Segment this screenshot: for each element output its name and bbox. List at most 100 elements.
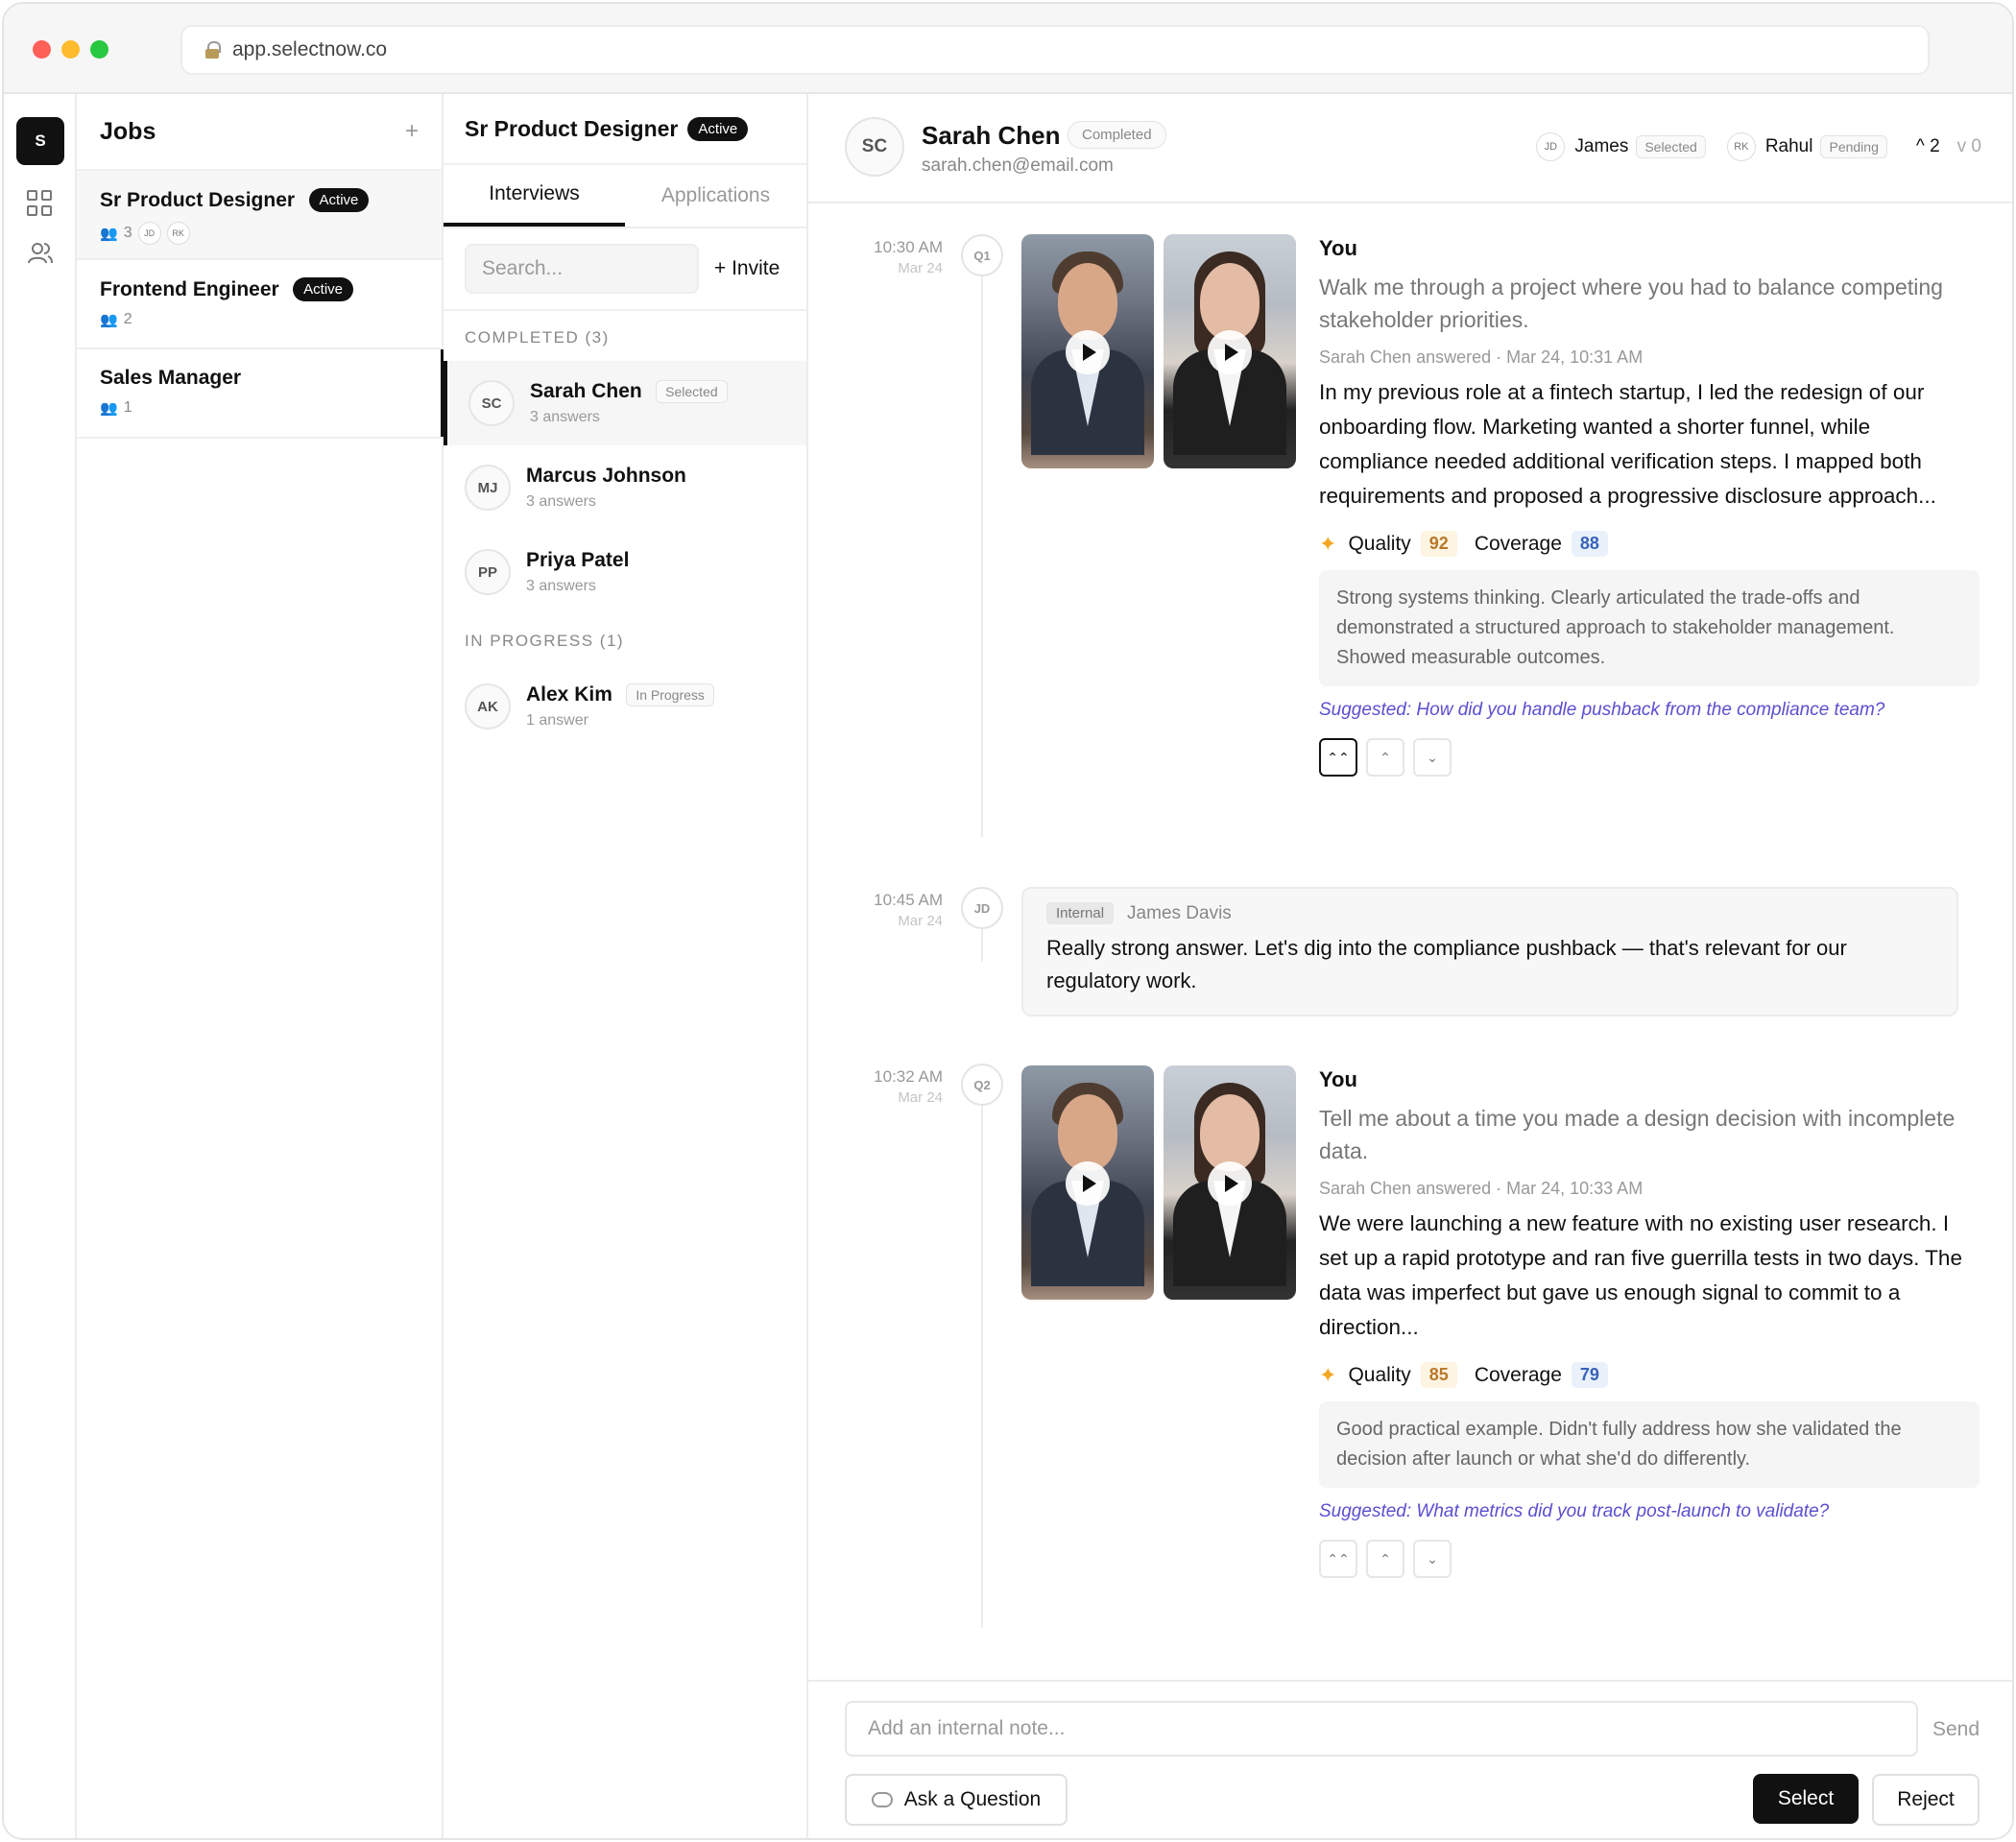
note-text: Really strong answer. Let's dig into the…	[1046, 936, 1847, 993]
candidate-count: 3	[123, 225, 132, 241]
detail-header: SC Sarah Chen Completed sarah.chen@email…	[808, 94, 2012, 203]
search-row: + Invite	[444, 228, 806, 311]
candidates-header: Sr Product Designer Active	[444, 94, 806, 165]
answer-count: 1 answer	[526, 712, 588, 729]
users-icon[interactable]	[27, 240, 54, 267]
job-item-sales-manager[interactable]: Sales Manager 👥 1	[77, 349, 444, 439]
avatar: AK	[465, 683, 511, 730]
avatar: SC	[468, 380, 515, 426]
in-progress-section-label: IN PROGRESS (1)	[465, 632, 625, 650]
candidate-item-alex-kim[interactable]: AK Alex Kim In Progress 1 answer	[444, 664, 806, 749]
add-job-button[interactable]: +	[405, 118, 419, 145]
scores: ✦ Quality 92 Coverage 88	[1319, 531, 1980, 557]
reject-button[interactable]: Reject	[1872, 1774, 1980, 1826]
suggested-followup[interactable]: Suggested: How did you handle pushback f…	[1319, 700, 1980, 721]
candidate-name: Sarah Chen	[922, 121, 1061, 150]
select-button[interactable]: Select	[1753, 1774, 1859, 1824]
search-input[interactable]	[465, 244, 699, 294]
reviewer-name: Rahul	[1764, 136, 1813, 156]
job-name: Frontend Engineer	[100, 277, 279, 300]
tab-interviews[interactable]: Interviews	[444, 165, 625, 227]
ask-question-label: Ask a Question	[903, 1788, 1042, 1810]
play-icon[interactable]	[1066, 1161, 1110, 1206]
upvote-count[interactable]: ^ 2	[1916, 136, 1940, 157]
chevron-down-icon[interactable]: ⌄	[1413, 738, 1452, 777]
coverage-label: Coverage	[1474, 1363, 1562, 1386]
candidate-video[interactable]	[1164, 1065, 1296, 1300]
chevrons-up-icon[interactable]: ⌃⌃	[1319, 738, 1357, 777]
candidates-panel: Sr Product Designer Active Interviews Ap…	[444, 94, 808, 1838]
answer-count: 3 answers	[526, 578, 596, 594]
sparkle-icon: ✦	[1319, 531, 1337, 556]
timeline-line	[981, 1090, 983, 1628]
downvote-count[interactable]: v 0	[1957, 136, 1981, 157]
lock-icon	[205, 41, 221, 59]
play-icon[interactable]	[1208, 1161, 1252, 1206]
internal-note-input[interactable]	[845, 1701, 1918, 1757]
question-actions: ⌃⌃ ⌃ ⌄	[1319, 1540, 1980, 1578]
people-icon: 👥	[100, 226, 118, 242]
icon-rail: S	[4, 94, 77, 1838]
ai-feedback: Good practical example. Didn't fully add…	[1319, 1401, 1980, 1488]
chevron-up-icon[interactable]: ⌃	[1366, 738, 1404, 777]
candidate-name: Marcus Johnson	[526, 465, 686, 487]
chevrons-up-icon[interactable]: ⌃⌃	[1319, 1540, 1357, 1578]
candidate-email: sarah.chen@email.com	[922, 155, 1114, 176]
question-text: Tell me about a time you made a design d…	[1319, 1106, 1956, 1163]
job-item-frontend-engineer[interactable]: Frontend Engineer Active 👥 2	[77, 260, 442, 349]
reviewers: JD James Selected RK Rahul Pending ^ 2 v…	[1536, 132, 1981, 161]
play-icon[interactable]	[1208, 330, 1252, 374]
chevron-up-icon[interactable]: ⌃	[1366, 1540, 1404, 1578]
quality-score: 92	[1420, 531, 1457, 557]
candidate-item-priya-patel[interactable]: PP Priya Patel 3 answers	[444, 530, 806, 614]
candidate-item-marcus-johnson[interactable]: MJ Marcus Johnson 3 answers	[444, 445, 806, 530]
coverage-score: 88	[1571, 531, 1608, 557]
status-badge: Selected	[1636, 135, 1706, 158]
status-badge: Selected	[656, 380, 728, 403]
completed-section-label: COMPLETED (3)	[465, 328, 610, 347]
candidate-video[interactable]	[1164, 234, 1296, 468]
question-marker: Q1	[961, 234, 1003, 276]
send-button[interactable]: Send	[1932, 1718, 1980, 1741]
avatar: RK	[166, 222, 190, 245]
app-logo[interactable]: S	[16, 117, 64, 165]
date: Mar 24	[898, 260, 943, 276]
people-icon: 👥	[100, 312, 118, 328]
interviewer-video[interactable]	[1021, 234, 1154, 468]
timeline-line	[981, 261, 983, 837]
ai-feedback: Strong systems thinking. Clearly articul…	[1319, 570, 1980, 686]
address-bar[interactable]: app.selectnow.co	[180, 25, 1930, 75]
status-badge: Completed	[1068, 121, 1166, 149]
job-item-sr-product-designer[interactable]: Sr Product Designer Active 👥 3 JD RK	[77, 171, 442, 260]
close-window-button[interactable]	[33, 40, 51, 59]
grid-icon[interactable]	[27, 190, 54, 217]
avatar: JD	[137, 222, 161, 245]
answered-meta: Sarah Chen answered · Mar 24, 10:33 AM	[1319, 1179, 1644, 1198]
interview-timeline: 10:30 AM Mar 24 Q1 You Walk me through a …	[808, 203, 2012, 1768]
maximize-window-button[interactable]	[90, 40, 108, 59]
suggested-followup[interactable]: Suggested: What metrics did you track po…	[1319, 1501, 1980, 1522]
answer-text: In my previous role at a fintech startup…	[1319, 380, 1936, 508]
candidate-item-sarah-chen[interactable]: SC Sarah Chen Selected 3 answers	[444, 361, 806, 445]
sparkle-icon: ✦	[1319, 1362, 1337, 1387]
status-badge: In Progress	[626, 683, 714, 706]
minimize-window-button[interactable]	[61, 40, 80, 59]
ask-question-button[interactable]: Ask a Question	[845, 1774, 1068, 1826]
question-text: Walk me through a project where you had …	[1319, 275, 1943, 332]
jobs-panel: Jobs + Sr Product Designer Active 👥 3 JD…	[77, 94, 444, 1838]
people-icon: 👥	[100, 400, 118, 417]
play-icon[interactable]	[1066, 330, 1110, 374]
quality-label: Quality	[1348, 532, 1411, 555]
avatar: SC	[845, 117, 904, 177]
tab-applications[interactable]: Applications	[625, 165, 806, 227]
job-name: Sr Product Designer	[100, 188, 296, 211]
chevron-down-icon[interactable]: ⌄	[1413, 1540, 1452, 1578]
browser-toolbar: app.selectnow.co	[4, 4, 2012, 94]
answer-count: 3 answers	[526, 493, 596, 510]
job-status-badge: Active	[293, 277, 353, 301]
question-marker: Q2	[961, 1064, 1003, 1106]
jobs-header: Jobs +	[77, 94, 442, 171]
avatar: PP	[465, 549, 511, 595]
interviewer-video[interactable]	[1021, 1065, 1154, 1300]
invite-button[interactable]: + Invite	[714, 257, 780, 280]
